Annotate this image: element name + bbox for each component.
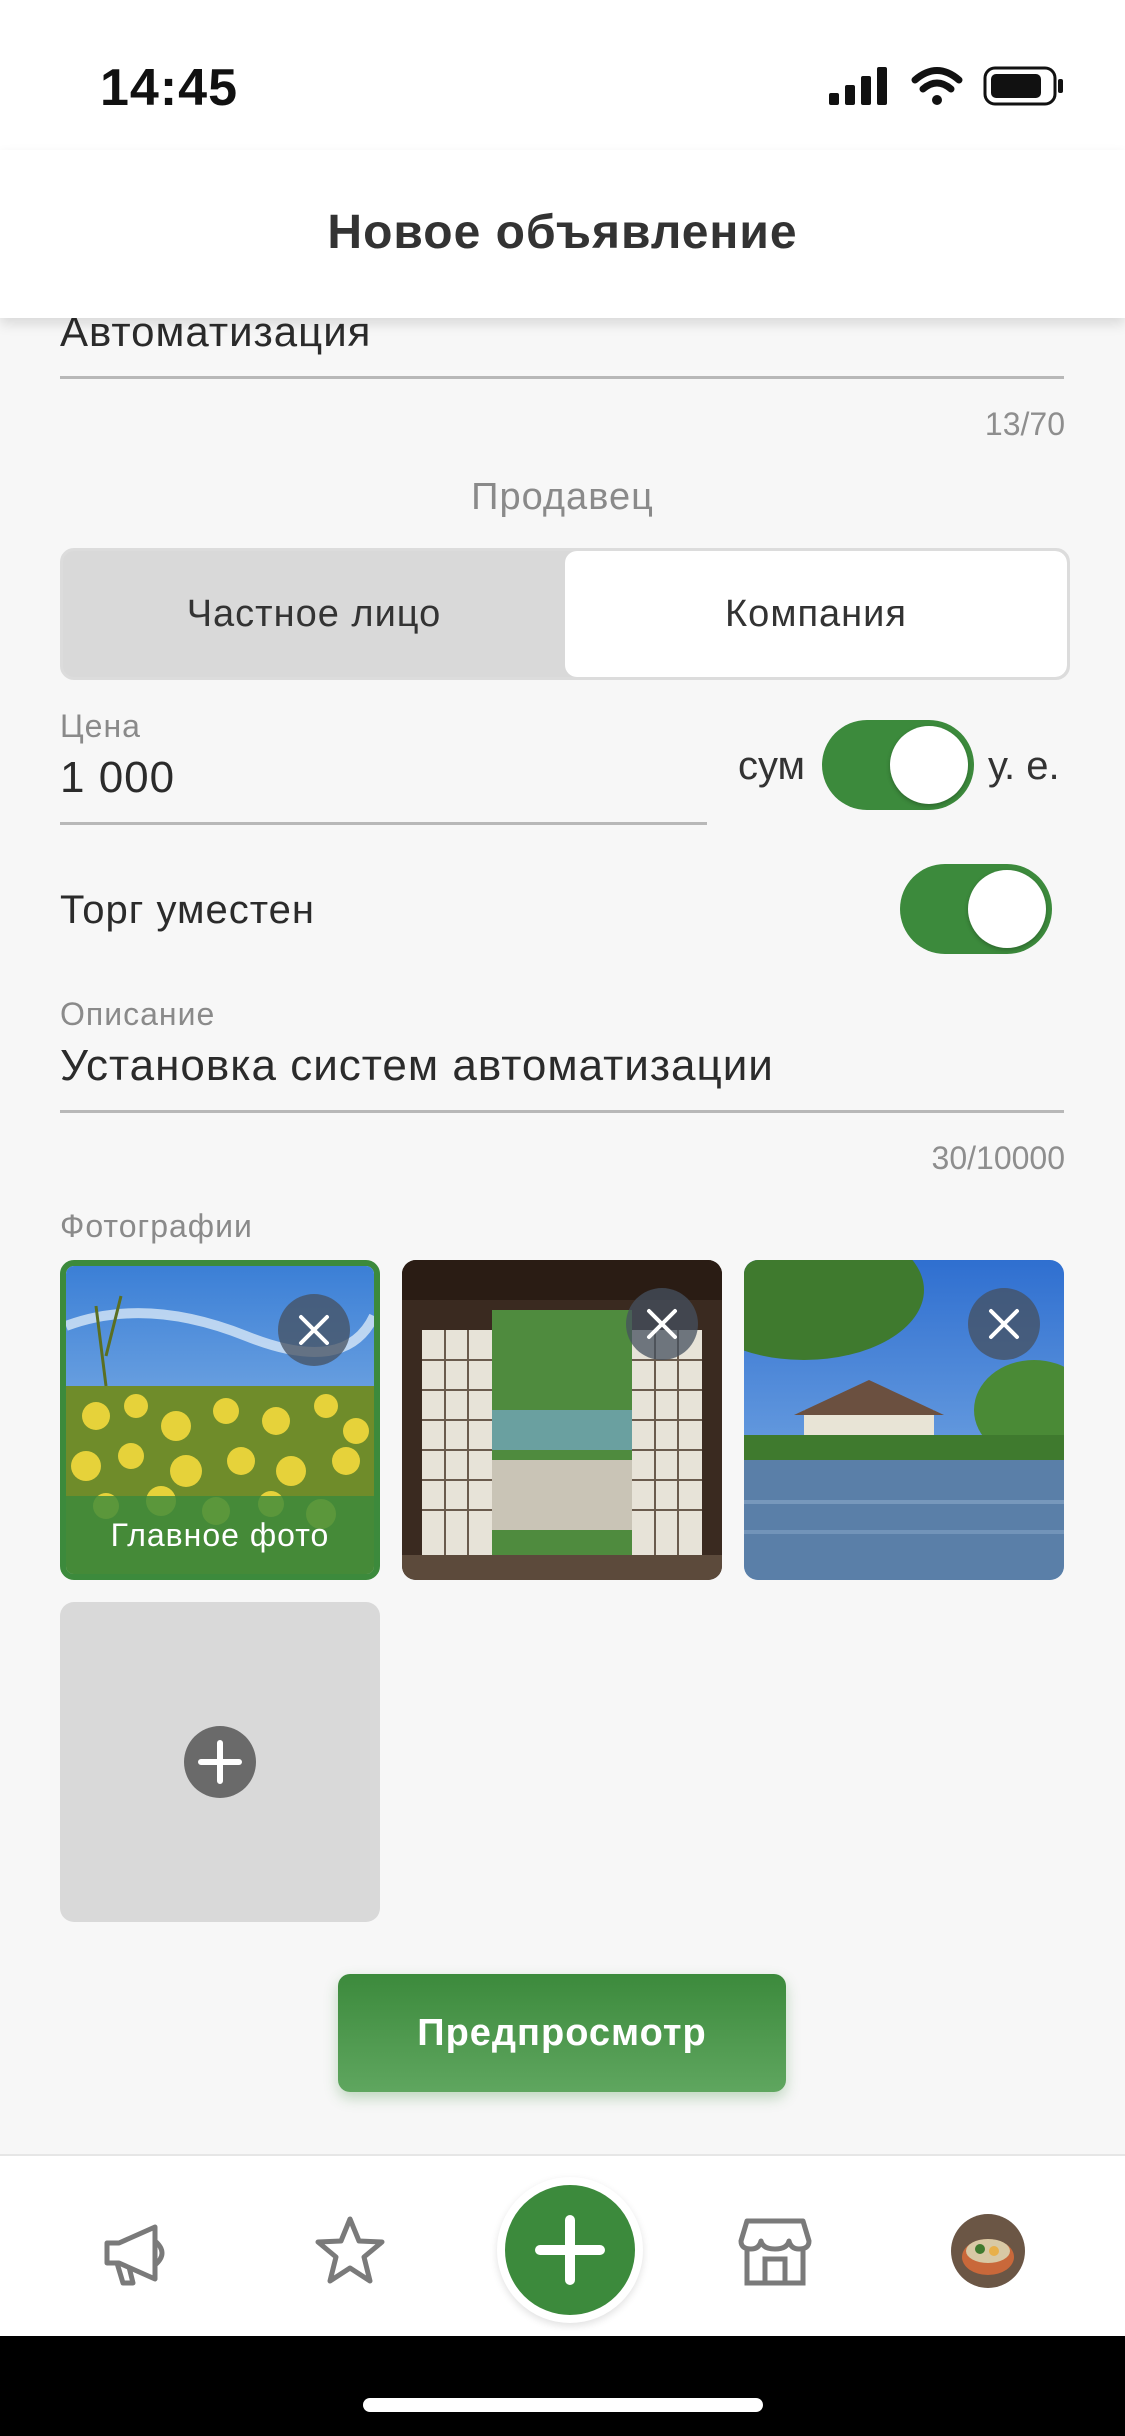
signal-icon [829,67,887,105]
description-label: Описание [60,996,216,1032]
wifi-icon [911,67,963,105]
status-bar: 14:45 [0,0,1125,150]
close-icon [989,1309,1019,1339]
description-counter: 30/10000 [931,1140,1065,1176]
tab-favorites[interactable] [310,2211,390,2291]
title-underline [60,376,1064,379]
add-photo-button[interactable] [60,1602,380,1922]
title-counter: 13/70 [984,406,1065,442]
currency-label-sum: сум [738,744,806,788]
negotiable-label: Торг уместен [60,888,316,932]
tab-store[interactable] [735,2211,815,2291]
price-input[interactable]: 1 000 [60,753,175,803]
negotiable-toggle[interactable] [900,864,1052,954]
currency-toggle[interactable] [822,720,974,810]
listing-form[interactable]: Автоматизация 13/70 Продавец Частное лиц… [0,318,1125,2154]
star-icon [315,2216,385,2284]
photo-3[interactable] [744,1260,1064,1580]
price-label: Цена [60,708,141,744]
close-icon [299,1315,329,1345]
currency-label-ue: у. е. [988,744,1060,788]
tab-profile[interactable] [948,2211,1028,2291]
photo-2[interactable] [402,1260,722,1580]
title-input[interactable]: Автоматизация [60,318,371,356]
plus-icon [535,2215,605,2285]
status-icons [829,66,1065,106]
seller-label: Продавец [471,476,654,518]
photo-1-main[interactable]: Главное фото [60,1260,380,1580]
home-area [0,2336,1125,2436]
store-icon [738,2218,812,2286]
price-underline [60,822,707,825]
add-listing-button[interactable] [497,2177,643,2323]
tab-ads[interactable] [97,2211,177,2291]
description-input[interactable]: Установка систем автоматизации [60,1041,774,1091]
main-photo-caption: Главное фото [66,1496,374,1574]
description-underline [60,1110,1064,1113]
megaphone-icon [104,2224,165,2286]
seller-option-private[interactable]: Частное лицо [63,551,565,677]
battery-icon [983,66,1063,106]
seller-option-company[interactable]: Компания [565,551,1067,677]
seller-segmented-control[interactable]: Частное лицо Компания [60,548,1070,680]
home-indicator[interactable] [363,2398,763,2412]
status-time: 14:45 [100,59,238,117]
remove-photo-3-button[interactable] [968,1288,1040,1360]
remove-photo-2-button[interactable] [626,1288,698,1360]
page-title: Новое объявление [327,206,798,259]
navigation-bar: Новое объявление [0,150,1125,318]
preview-button[interactable]: Предпросмотр [338,1974,786,2092]
close-icon [647,1309,677,1339]
avatar [951,2214,1025,2288]
remove-photo-1-button[interactable] [278,1294,350,1366]
plus-circle-icon [184,1726,256,1798]
photos-label: Фотографии [60,1208,253,1244]
